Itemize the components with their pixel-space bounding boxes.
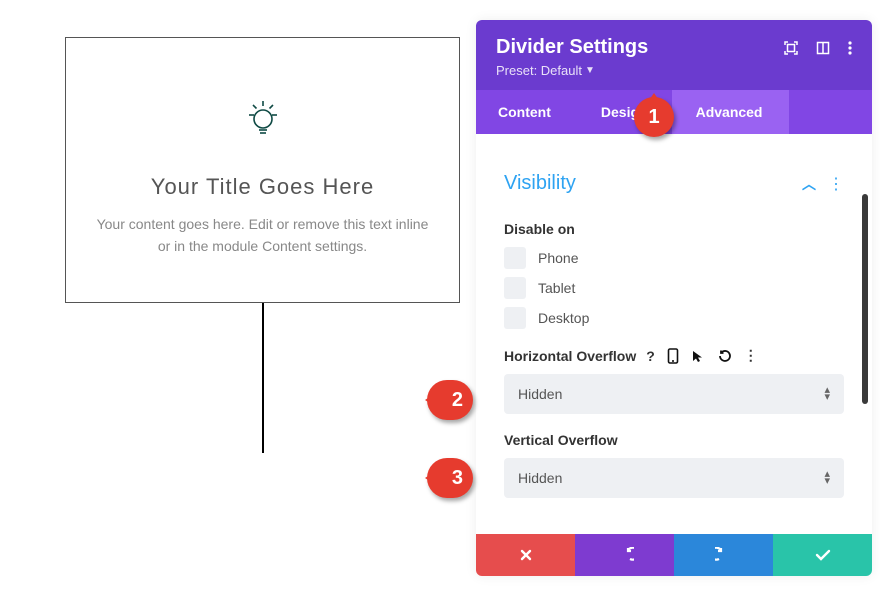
hover-icon[interactable] <box>691 349 705 363</box>
horizontal-overflow-value: Hidden <box>518 386 562 402</box>
scrollbar[interactable] <box>862 194 868 404</box>
panel-title: Divider Settings <box>496 36 648 59</box>
panel-header: Divider Settings Preset: Default ▼ <box>476 20 872 90</box>
chevron-up-icon[interactable]: ︿ <box>802 174 816 194</box>
module-preview: Your Title Goes Here Your content goes h… <box>65 37 460 453</box>
panel-tabs: Content Design Advanced <box>476 90 872 134</box>
preview-stem <box>262 303 264 453</box>
redo-button[interactable] <box>674 534 773 576</box>
undo-button[interactable] <box>575 534 674 576</box>
checkbox-icon <box>504 307 526 329</box>
section-kebab-icon[interactable]: ⋮ <box>828 174 844 194</box>
vertical-overflow-value: Hidden <box>518 470 562 486</box>
checkbox-icon <box>504 247 526 269</box>
select-arrows-icon: ▴▾ <box>824 387 830 400</box>
kebab-icon[interactable] <box>848 41 852 55</box>
expand-icon[interactable] <box>784 41 798 55</box>
callout-3: 3 <box>427 458 473 498</box>
checkbox-icon <box>504 277 526 299</box>
callout-1: 1 <box>634 97 674 137</box>
checkbox-desktop[interactable]: Desktop <box>504 307 844 329</box>
lightbulb-icon <box>239 93 287 146</box>
save-button[interactable] <box>773 534 872 576</box>
panel-footer <box>476 534 872 576</box>
phone-icon[interactable] <box>667 348 679 364</box>
horizontal-overflow-select[interactable]: Hidden ▴▾ <box>504 374 844 414</box>
horizontal-overflow-label: Horizontal Overflow ? ⋮ <box>504 347 844 364</box>
tab-advanced[interactable]: Advanced <box>672 90 789 134</box>
settings-panel: Divider Settings Preset: Default ▼ Conte… <box>476 20 872 576</box>
preview-text[interactable]: Your content goes here. Edit or remove t… <box>93 214 433 257</box>
tab-content[interactable]: Content <box>476 90 577 134</box>
disable-on-label: Disable on <box>504 221 844 237</box>
field-kebab-icon[interactable]: ⋮ <box>744 347 758 364</box>
callout-2: 2 <box>427 380 473 420</box>
vertical-overflow-select[interactable]: Hidden ▴▾ <box>504 458 844 498</box>
preview-box[interactable]: Your Title Goes Here Your content goes h… <box>65 37 460 303</box>
section-visibility-head[interactable]: Visibility ︿ ⋮ <box>504 162 844 203</box>
vertical-overflow-label: Vertical Overflow <box>504 432 844 448</box>
columns-icon[interactable] <box>816 41 830 55</box>
reset-icon[interactable] <box>717 348 732 363</box>
caret-down-icon: ▼ <box>585 65 595 76</box>
help-icon[interactable]: ? <box>646 348 655 364</box>
section-visibility-title: Visibility <box>504 172 576 195</box>
checkbox-tablet[interactable]: Tablet <box>504 277 844 299</box>
checkbox-desktop-label: Desktop <box>538 310 589 326</box>
checkbox-phone[interactable]: Phone <box>504 247 844 269</box>
cancel-button[interactable] <box>476 534 575 576</box>
panel-body: Visibility ︿ ⋮ Disable on Phone Tablet D… <box>476 134 872 534</box>
checkbox-tablet-label: Tablet <box>538 280 575 296</box>
preset-dropdown[interactable]: Preset: Default ▼ <box>496 63 595 78</box>
preset-label: Preset: Default <box>496 63 582 78</box>
select-arrows-icon: ▴▾ <box>824 471 830 484</box>
preview-title[interactable]: Your Title Goes Here <box>86 174 439 200</box>
checkbox-phone-label: Phone <box>538 250 578 266</box>
